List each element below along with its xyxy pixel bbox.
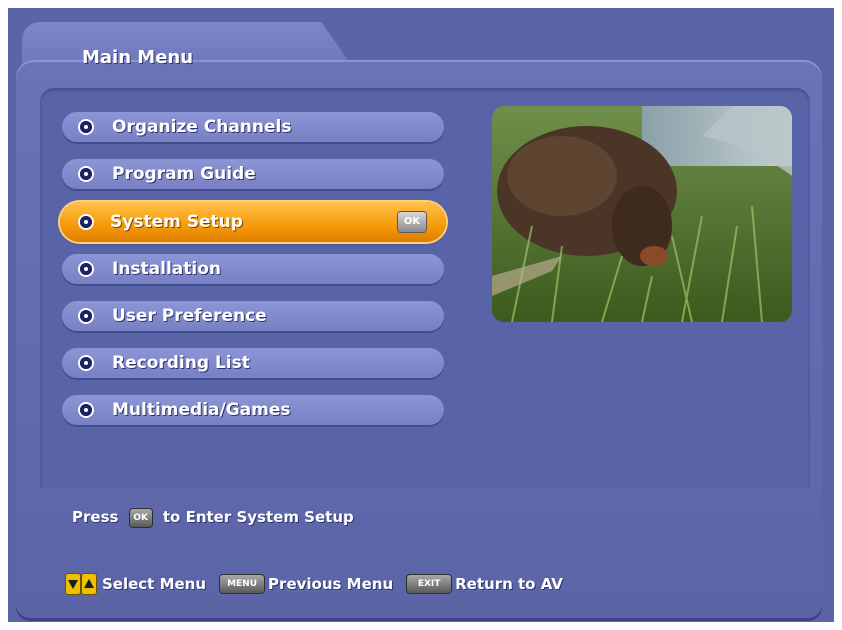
menu-item-label: Organize Channels	[112, 117, 292, 137]
instruction-hint: Press OK to Enter System Setup	[72, 508, 354, 527]
page-title: Main Menu	[82, 47, 194, 68]
menu-bullet-icon	[80, 357, 92, 369]
ok-key-badge: OK	[398, 212, 426, 232]
menu-item-user-preference[interactable]: User Preference	[62, 301, 444, 331]
select-menu-label: Select Menu	[102, 575, 207, 593]
exit-key-icon: EXIT	[407, 575, 452, 593]
previous-menu-label: Previous Menu	[268, 575, 394, 593]
menu-item-label: System Setup	[110, 212, 243, 232]
footer-legend: Select Menu MENU Previous Menu EXIT Return t…	[66, 574, 577, 600]
menu-item-label: Program Guide	[112, 164, 256, 184]
hint-suffix: to Enter System Setup	[162, 508, 354, 526]
return-to-av-label: Return to AV	[455, 575, 563, 593]
menu-item-label: Recording List	[112, 353, 250, 373]
menu-bullet-icon	[80, 310, 92, 322]
arrow-up-icon	[82, 574, 96, 594]
menu-item-program-guide[interactable]: Program Guide	[62, 159, 444, 189]
menu-bullet-icon	[80, 121, 92, 133]
menu-item-system-setup[interactable]: System Setup OK	[60, 202, 446, 242]
menu-bullet-icon	[80, 168, 92, 180]
menu-item-multimedia-games[interactable]: Multimedia/Games	[62, 395, 444, 425]
menu-item-label: Installation	[112, 259, 222, 279]
menu-item-installation[interactable]: Installation	[62, 254, 444, 284]
video-preview-image	[492, 106, 792, 322]
menu-bullet-icon	[80, 404, 92, 416]
hint-prefix: Press	[72, 508, 119, 526]
menu-item-label: Multimedia/Games	[112, 400, 291, 420]
menu-bullet-icon	[80, 216, 92, 228]
menu-bullet-icon	[80, 263, 92, 275]
menu-item-label: User Preference	[112, 306, 267, 326]
menu-item-recording-list[interactable]: Recording List	[62, 348, 444, 378]
arrow-down-icon	[66, 574, 80, 594]
video-preview	[492, 106, 792, 322]
menu-item-organize-channels[interactable]: Organize Channels	[62, 112, 444, 142]
ok-key-icon: OK	[129, 508, 152, 527]
menu-key-icon: MENU	[220, 575, 265, 593]
